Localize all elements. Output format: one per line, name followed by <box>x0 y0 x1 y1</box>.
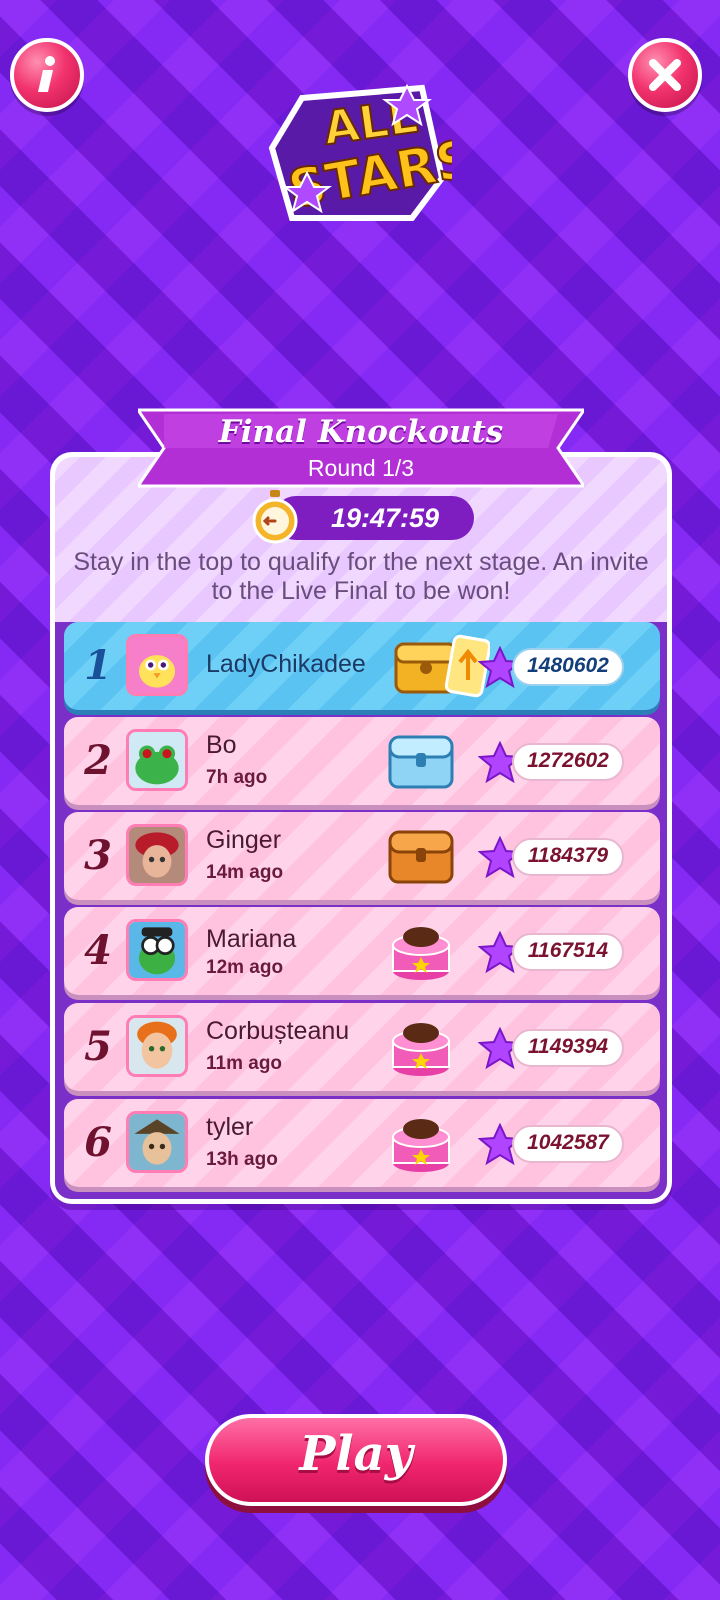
rank-number: 6 <box>84 1119 112 1166</box>
last-active: 13h ago <box>206 1149 278 1170</box>
avatar <box>126 729 188 791</box>
rank-number: 4 <box>84 927 112 974</box>
avatar <box>126 824 188 886</box>
leaderboard-row[interactable]: 2 Bo 7h ago 1272602 <box>64 717 660 805</box>
leaderboard-row[interactable]: 1 LadyChikadee 1480602 <box>64 622 660 710</box>
all-stars-logo: ALL STARS <box>262 78 479 228</box>
player-name: tyler <box>206 1113 254 1141</box>
rank-number: 1 <box>84 642 112 689</box>
score-value: 1149394 <box>527 1035 609 1058</box>
player-name: Bo <box>206 731 237 759</box>
score-value: 1167514 <box>527 939 609 962</box>
last-active: 14m ago <box>206 862 284 883</box>
leaderboard-row[interactable]: 5 Corbușteanu 11m ago 1149394 <box>64 1003 660 1091</box>
last-active: 12m ago <box>206 957 284 978</box>
gold-chest-ticket-icon <box>394 634 490 698</box>
blue-chest-icon <box>388 735 454 789</box>
score-value: 1272602 <box>527 749 609 772</box>
leaderboard-row[interactable]: 3 Ginger 14m ago 1184379 <box>64 812 660 900</box>
player-name: Corbușteanu <box>206 1017 350 1045</box>
score-value: 1480602 <box>527 654 609 677</box>
round-label: Round 1/3 <box>307 455 415 481</box>
rank-number: 3 <box>84 832 112 879</box>
cake-icon <box>392 1023 450 1076</box>
avatar <box>126 919 188 981</box>
info-icon <box>38 56 55 92</box>
stopwatch-icon <box>252 490 298 544</box>
rank-number: 2 <box>84 737 112 784</box>
close-button[interactable] <box>628 38 702 112</box>
player-name: Mariana <box>206 925 297 953</box>
panel-title: Final Knockouts <box>218 414 504 450</box>
score-value: 1184379 <box>527 844 609 867</box>
avatar <box>126 1111 188 1173</box>
stage-description: Stay in the top to qualify for the next … <box>73 548 649 605</box>
info-button[interactable] <box>10 38 84 112</box>
leaderboard-row[interactable]: 6 tyler 13h ago 1042587 <box>64 1099 660 1187</box>
rank-number: 5 <box>84 1023 112 1070</box>
player-name: Ginger <box>206 826 282 854</box>
cake-icon <box>392 1119 450 1172</box>
last-active: 11m ago <box>206 1053 283 1074</box>
avatar <box>126 1015 188 1077</box>
orange-chest-icon <box>388 830 454 884</box>
play-button-label[interactable]: Play <box>205 1426 507 1482</box>
cake-icon <box>392 927 450 980</box>
timer-value: 19:47:59 <box>330 503 440 533</box>
last-active: 7h ago <box>206 767 268 788</box>
avatar <box>126 634 188 696</box>
close-icon <box>649 59 681 91</box>
player-name: LadyChikadee <box>206 650 366 678</box>
score-value: 1042587 <box>527 1131 609 1154</box>
leaderboard-row[interactable]: 4 Mariana 12m ago 1167514 <box>64 907 660 995</box>
